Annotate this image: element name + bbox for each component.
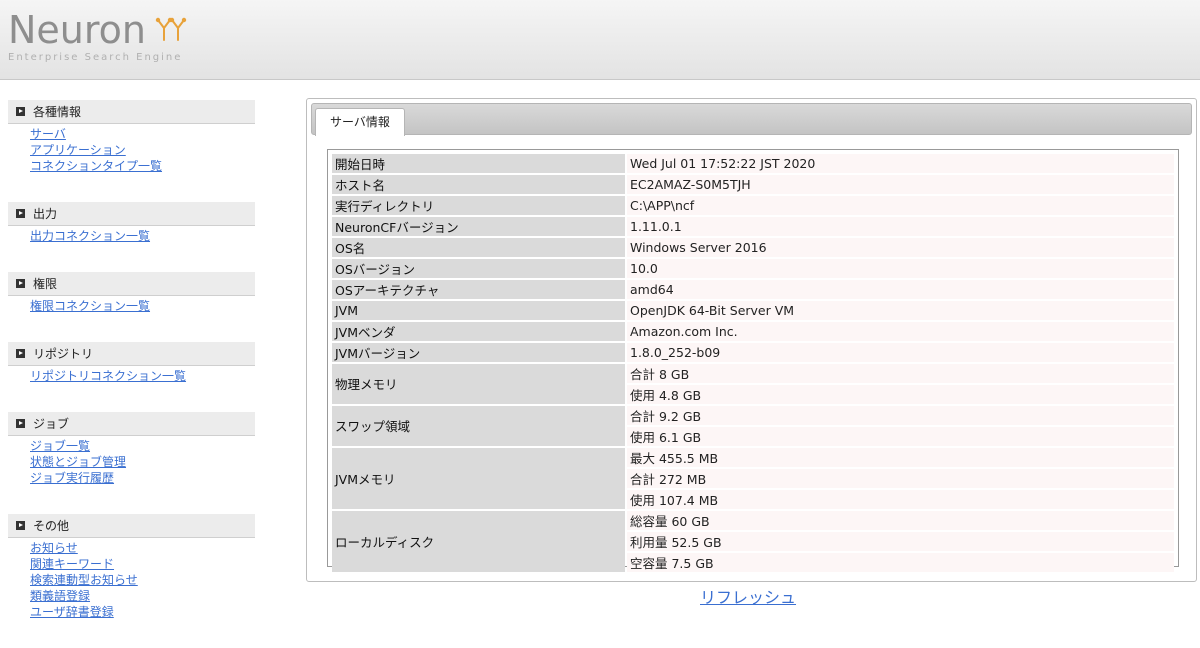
server-info-panel: サーバ情報 開始日時 Wed Jul 01 17:52:22 JST 2020 ホス… (306, 98, 1197, 582)
table-row: ホスト名 EC2AMAZ-S0M5TJH (332, 175, 1174, 194)
sidebar-section-header: 各種情報 (8, 100, 255, 124)
info-key-cell: 物理メモリ (332, 363, 625, 404)
sidebar-link-notices[interactable]: お知らせ (30, 540, 255, 556)
sidebar-link-search-notices[interactable]: 検索連動型お知らせ (30, 572, 255, 588)
info-key-cell: NeuronCFバージョン (332, 217, 625, 236)
table-row: JVMベンダ Amazon.com Inc. (332, 321, 1174, 341)
app-header: Neuron Enterprise Search Engine (0, 0, 1200, 80)
sidebar-section-other: その他 お知らせ 関連キーワード 検索連動型お知らせ 類義語登録 ユーザ辞書登録 (8, 514, 255, 620)
info-value-cell: 合計 272 MB (627, 468, 1174, 488)
info-value-cell: 最大 455.5 MB (627, 447, 1174, 467)
sidebar-link-synonyms[interactable]: 類義語登録 (30, 588, 255, 604)
table-row: OSアーキテクチャ amd64 (332, 280, 1174, 299)
info-key-cell: ホスト名 (332, 175, 625, 194)
table-row: OS名 Windows Server 2016 (332, 238, 1174, 257)
info-value-cell: Windows Server 2016 (627, 238, 1174, 257)
info-value-cell: 1.11.0.1 (627, 217, 1174, 236)
play-bullet-icon (16, 279, 25, 288)
sidebar-link-job-history[interactable]: ジョブ実行履歴 (30, 470, 255, 486)
info-key-cell: JVMベンダ (332, 321, 625, 341)
refresh-link[interactable]: リフレッシュ (700, 584, 796, 608)
info-key-cell: 開始日時 (332, 154, 625, 173)
table-row: 物理メモリ 合計 8 GB (332, 363, 1174, 404)
sidebar-nav: 各種情報 サーバ アプリケーション コネクションタイプ一覧 出力 出力コネクショ… (8, 100, 255, 648)
info-value-cell: Wed Jul 01 17:52:22 JST 2020 (627, 154, 1174, 173)
play-bullet-icon (16, 107, 25, 116)
sidebar-section-title: 出力 (33, 207, 58, 221)
play-bullet-icon (16, 521, 25, 530)
table-row: 開始日時 Wed Jul 01 17:52:22 JST 2020 (332, 154, 1174, 173)
info-key-cell: ローカルディスク (332, 510, 625, 572)
info-key-cell: OS名 (332, 238, 625, 257)
info-value-cell: 使用 107.4 MB (627, 489, 1174, 509)
sidebar-section-jobs: ジョブ ジョブ一覧 状態とジョブ管理 ジョブ実行履歴 (8, 412, 255, 486)
sidebar-link-connection-types[interactable]: コネクションタイプ一覧 (30, 158, 255, 174)
sidebar-link-related-keywords[interactable]: 関連キーワード (30, 556, 255, 572)
play-bullet-icon (16, 209, 25, 218)
sidebar-section-title: 各種情報 (33, 105, 82, 119)
info-value-cell: C:\APP\ncf (627, 196, 1174, 215)
sidebar-section-title: ジョブ (33, 417, 70, 431)
sidebar-section-title: その他 (33, 519, 70, 533)
sidebar-section-output: 出力 出力コネクション一覧 (8, 202, 255, 244)
table-row: 実行ディレクトリ C:\APP\ncf (332, 196, 1174, 215)
logo-wordmark: Neuron (8, 8, 147, 52)
sidebar-link-authority-connections[interactable]: 権限コネクション一覧 (30, 298, 255, 314)
sidebar-link-server[interactable]: サーバ (30, 126, 255, 142)
info-value-cell: 合計 8 GB (627, 363, 1174, 383)
info-key-cell: JVMメモリ (332, 447, 625, 509)
play-bullet-icon (16, 349, 25, 358)
sidebar-section-title: 権限 (33, 277, 58, 291)
table-row: JVMバージョン 1.8.0_252-b09 (332, 342, 1174, 362)
info-value-cell: 使用 6.1 GB (627, 426, 1174, 446)
table-row: スワップ領域 合計 9.2 GB (332, 405, 1174, 446)
info-key-cell: OSアーキテクチャ (332, 280, 625, 299)
info-value-cell: Amazon.com Inc. (627, 321, 1174, 341)
sidebar-section-info: 各種情報 サーバ アプリケーション コネクションタイプ一覧 (8, 100, 255, 174)
info-value-cell: OpenJDK 64-Bit Server VM (627, 301, 1174, 320)
info-value-cell: 合計 9.2 GB (627, 405, 1174, 425)
info-value-cell: amd64 (627, 280, 1174, 299)
sidebar-section-header: ジョブ (8, 412, 255, 436)
logo-tagline: Enterprise Search Engine (8, 52, 183, 63)
table-row: JVM OpenJDK 64-Bit Server VM (332, 301, 1174, 320)
tab-server-info[interactable]: サーバ情報 (315, 108, 405, 136)
sidebar-link-user-dictionary[interactable]: ユーザ辞書登録 (30, 604, 255, 620)
info-key-cell: OSバージョン (332, 259, 625, 278)
info-value-cell: EC2AMAZ-S0M5TJH (627, 175, 1174, 194)
sidebar-link-job-list[interactable]: ジョブ一覧 (30, 438, 255, 454)
sidebar-link-application[interactable]: アプリケーション (30, 142, 255, 158)
sidebar-link-output-connections[interactable]: 出力コネクション一覧 (30, 228, 255, 244)
info-value-cell: 利用量 52.5 GB (627, 531, 1174, 551)
sidebar-section-header: リポジトリ (8, 342, 255, 366)
info-value-cell: 10.0 (627, 259, 1174, 278)
table-row: OSバージョン 10.0 (332, 259, 1174, 278)
sidebar-section-repository: リポジトリ リポジトリコネクション一覧 (8, 342, 255, 384)
info-value-cell: 空容量 7.5 GB (627, 552, 1174, 572)
sidebar-section-title: リポジトリ (33, 347, 94, 361)
info-key-cell: JVMバージョン (332, 342, 625, 362)
info-value-cell: 使用 4.8 GB (627, 384, 1174, 404)
neuron-molecule-icon (154, 16, 188, 47)
table-row: ローカルディスク 総容量 60 GB (332, 510, 1174, 572)
neuron-logo[interactable]: Neuron Enterprise Search Engine (8, 10, 188, 63)
sidebar-section-authority: 権限 権限コネクション一覧 (8, 272, 255, 314)
server-info-box: 開始日時 Wed Jul 01 17:52:22 JST 2020 ホスト名 EC2A… (327, 149, 1179, 572)
table-row: JVMメモリ 最大 455.5 MB (332, 447, 1174, 509)
info-value-cell: 1.8.0_252-b09 (627, 342, 1174, 362)
sidebar-link-job-status[interactable]: 状態とジョブ管理 (30, 454, 255, 470)
info-key-cell: 実行ディレクトリ (332, 196, 625, 215)
server-info-table: 開始日時 Wed Jul 01 17:52:22 JST 2020 ホスト名 EC2A… (330, 152, 1176, 574)
table-row: NeuronCFバージョン 1.11.0.1 (332, 217, 1174, 236)
sidebar-section-header: 権限 (8, 272, 255, 296)
info-key-cell: JVM (332, 301, 625, 320)
tab-bar: サーバ情報 (311, 103, 1192, 136)
info-key-cell: スワップ領域 (332, 405, 625, 446)
info-value-cell: 総容量 60 GB (627, 510, 1174, 530)
sidebar-link-repository-connections[interactable]: リポジトリコネクション一覧 (30, 368, 255, 384)
sidebar-section-header: 出力 (8, 202, 255, 226)
sidebar-section-header: その他 (8, 514, 255, 538)
play-bullet-icon (16, 419, 25, 428)
